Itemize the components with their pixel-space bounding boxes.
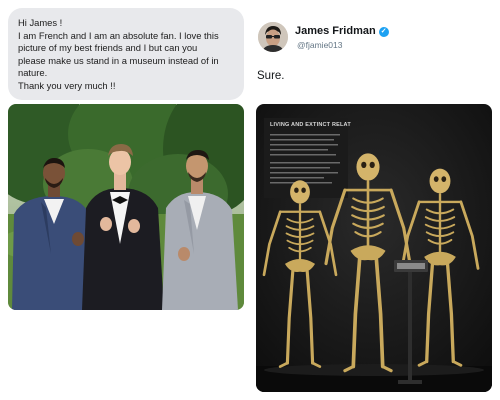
author-name-text[interactable]: James Fridman bbox=[295, 25, 376, 37]
request-line-greeting: Hi James ! bbox=[18, 17, 63, 28]
author-handle[interactable]: @fjamie013 bbox=[297, 40, 342, 50]
request-line: nature. bbox=[18, 67, 48, 79]
request-line-thanks: Thank you very much !! bbox=[18, 79, 116, 91]
museum-display-title: LIVING AND EXTINCT RELAT bbox=[270, 122, 351, 128]
museum-edit-photo: LIVING AND EXTINCT RELAT bbox=[256, 104, 492, 392]
request-line: picture of my best friends and I but can… bbox=[18, 42, 198, 54]
verified-badge-icon: ✓ bbox=[378, 27, 389, 37]
request-message-bubble: Hi James ! I am French and I am an absol… bbox=[8, 8, 244, 100]
author-avatar[interactable] bbox=[258, 22, 288, 52]
original-friends-photo bbox=[8, 104, 244, 310]
request-line: I am French and I am an absolute fan. I … bbox=[18, 29, 219, 41]
request-line: please make us stand in a museum instead… bbox=[18, 54, 219, 66]
author-name[interactable]: James Fridman ✓ bbox=[295, 25, 389, 37]
reply-text: Sure. bbox=[257, 70, 285, 82]
